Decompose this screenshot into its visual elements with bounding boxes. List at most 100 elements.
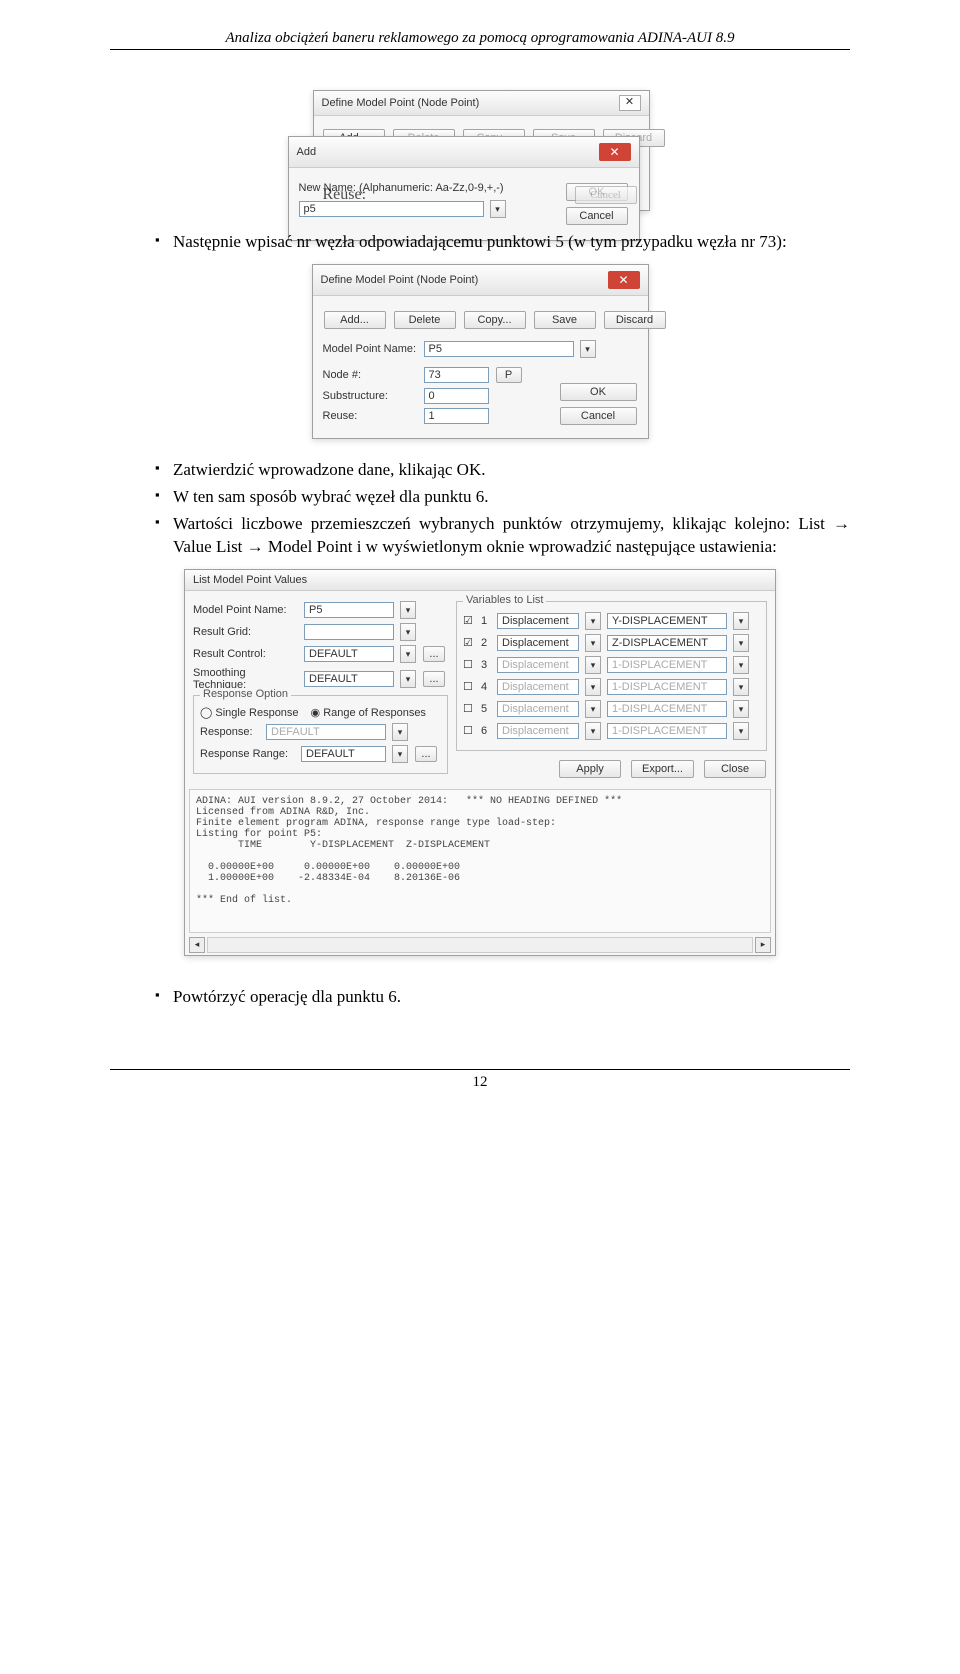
add-dialog-title: Add (297, 146, 317, 158)
var-checkbox[interactable]: ☐ (463, 680, 475, 693)
page-header: Analiza obciążeń baneru reklamowego za p… (110, 30, 850, 50)
var-value-input: 1-DISPLACEMENT (607, 657, 727, 673)
resp-range-label: Response Range: (200, 748, 295, 760)
var-value-input: 1-DISPLACEMENT (607, 701, 727, 717)
apply-button[interactable]: Apply (559, 760, 621, 778)
dialog-title: Define Model Point (Node Point) ✕ (314, 91, 649, 116)
discard-button[interactable]: Discard (604, 311, 666, 329)
sub-input[interactable]: 0 (424, 388, 489, 404)
bullet-text: Zatwierdzić wprowadzone dane, klikając O… (155, 459, 850, 482)
chevron-down-icon: ▾ (392, 723, 408, 741)
sub-label: Substructure: (323, 390, 418, 402)
chevron-down-icon[interactable]: ▾ (400, 670, 416, 688)
reuse-input[interactable]: 1 (424, 408, 489, 424)
chevron-down-icon: ▾ (733, 722, 749, 740)
var-category-input[interactable]: Displacement (497, 613, 579, 629)
range-response-radio[interactable]: ◉ Range of Responses (311, 706, 426, 719)
response-label: Response: (200, 726, 260, 738)
mpn-input[interactable]: P5 (424, 341, 574, 357)
single-response-radio[interactable]: ◯ Single Response (200, 706, 299, 719)
ellipsis-button[interactable]: ... (415, 746, 437, 762)
chevron-down-icon[interactable]: ▾ (585, 634, 601, 652)
close-icon[interactable]: ✕ (619, 95, 641, 111)
var-category-input[interactable]: Displacement (497, 635, 579, 651)
chevron-down-icon[interactable]: ▾ (585, 612, 601, 630)
var-value-input: 1-DISPLACEMENT (607, 679, 727, 695)
add-button[interactable]: Add... (324, 311, 386, 329)
var-checkbox[interactable]: ☐ (463, 658, 475, 671)
dialog-title-text: Define Model Point (Node Point) (322, 97, 480, 109)
var-category-input: Displacement (497, 657, 579, 673)
ellipsis-button[interactable]: ... (423, 646, 445, 662)
var-number: 6 (481, 725, 491, 737)
copy-button[interactable]: Copy... (464, 311, 526, 329)
bullet-text: Następnie wpisać nr węzła odpowiadającem… (155, 231, 850, 254)
output-textarea: ADINA: AUI version 8.9.2, 27 October 201… (189, 789, 771, 933)
range-response-label: Range of Responses (323, 707, 426, 719)
result-grid-label: Result Grid: (193, 626, 298, 638)
var-number: 3 (481, 659, 491, 671)
var-checkbox[interactable]: ☐ (463, 724, 475, 737)
mpn-input[interactable]: P5 (304, 602, 394, 618)
mpn-label: Model Point Name: (193, 604, 298, 616)
chevron-down-icon: ▾ (585, 656, 601, 674)
response-input: DEFAULT (266, 724, 386, 740)
var-checkbox[interactable]: ☑ (463, 614, 475, 627)
chevron-down-icon: ▾ (585, 722, 601, 740)
var-category-input: Displacement (497, 679, 579, 695)
chevron-down-icon[interactable]: ▾ (733, 634, 749, 652)
chevron-down-icon: ▾ (400, 623, 416, 641)
close-icon[interactable]: ✕ (608, 271, 640, 289)
cancel-button-bg: Cancel (575, 186, 637, 204)
chevron-down-icon[interactable]: ▾ (400, 645, 416, 663)
p-button[interactable]: P (496, 367, 522, 383)
node-label: Node #: (323, 369, 418, 381)
chevron-down-icon: ▾ (585, 700, 601, 718)
var-number: 2 (481, 637, 491, 649)
chevron-down-icon: ▾ (585, 678, 601, 696)
var-value-input: 1-DISPLACEMENT (607, 723, 727, 739)
result-control-label: Result Control: (193, 648, 298, 660)
reuse-label: Reuse: (323, 186, 367, 204)
chevron-down-icon[interactable]: ▾ (580, 340, 596, 358)
var-checkbox[interactable]: ☐ (463, 702, 475, 715)
node-input[interactable]: 73 (424, 367, 489, 383)
vars-to-list-label: Variables to List (463, 594, 546, 606)
result-control-input[interactable]: DEFAULT (304, 646, 394, 662)
var-number: 5 (481, 703, 491, 715)
bullet-text: Powtórzyć operację dla punktu 6. (155, 986, 850, 1009)
var-value-input[interactable]: Y-DISPLACEMENT (607, 613, 727, 629)
mpn-label: Model Point Name: (323, 343, 418, 355)
cancel-button[interactable]: Cancel (560, 407, 637, 425)
var-number: 4 (481, 681, 491, 693)
bullet-text: Wartości liczbowe przemieszczeń wybranyc… (155, 513, 850, 559)
save-button[interactable]: Save (534, 311, 596, 329)
smoothing-input[interactable]: DEFAULT (304, 671, 394, 687)
scroll-right-icon[interactable]: ▸ (755, 937, 771, 953)
single-response-label: Single Response (215, 707, 298, 719)
var-category-input: Displacement (497, 723, 579, 739)
chevron-down-icon: ▾ (733, 656, 749, 674)
response-option-label: Response Option (200, 688, 291, 700)
resp-range-input[interactable]: DEFAULT (301, 746, 386, 762)
bullet-text: W ten sam sposób wybrać węzeł dla punktu… (155, 486, 850, 509)
reuse-label: Reuse: (323, 410, 418, 422)
cancel-button[interactable]: Cancel (566, 207, 628, 225)
result-grid-input (304, 624, 394, 640)
delete-button[interactable]: Delete (394, 311, 456, 329)
dialog-title: List Model Point Values (193, 574, 307, 586)
export-button[interactable]: Export... (631, 760, 694, 778)
scroll-left-icon[interactable]: ◂ (189, 937, 205, 953)
page-number: 12 (110, 1069, 850, 1091)
close-icon[interactable]: ✕ (599, 143, 631, 161)
var-checkbox[interactable]: ☑ (463, 636, 475, 649)
chevron-down-icon[interactable]: ▾ (400, 601, 416, 619)
chevron-down-icon[interactable]: ▾ (392, 745, 408, 763)
var-category-input: Displacement (497, 701, 579, 717)
chevron-down-icon: ▾ (733, 700, 749, 718)
close-button[interactable]: Close (704, 760, 766, 778)
var-value-input[interactable]: Z-DISPLACEMENT (607, 635, 727, 651)
ellipsis-button[interactable]: ... (423, 671, 445, 687)
ok-button[interactable]: OK (560, 383, 637, 401)
chevron-down-icon[interactable]: ▾ (733, 612, 749, 630)
